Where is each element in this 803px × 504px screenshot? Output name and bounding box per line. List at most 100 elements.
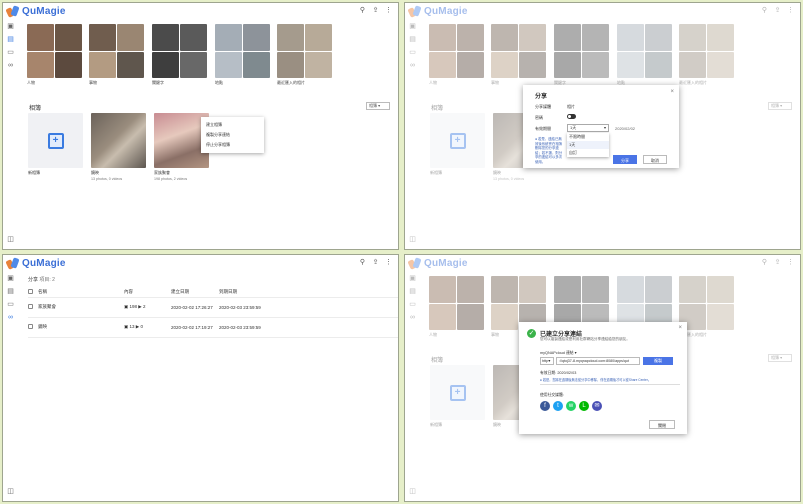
- expire-options: 不限時間 1天 自訂: [567, 133, 609, 157]
- category-thumb: [215, 51, 242, 78]
- password-label: 密碼: [535, 115, 543, 120]
- sort-dropdown[interactable]: 相簿 ▾: [366, 102, 390, 110]
- photos-icon[interactable]: ▣: [3, 272, 18, 285]
- album-context-menu: 建立相簿 複製分享連結 停止分享相簿: [201, 117, 264, 153]
- link-created-dialog: × ✓ 已建立分享連結 您可以複製連結或是利用社群網站分享連結給您的朋友。 my…: [519, 322, 687, 434]
- column-header[interactable]: 建立日期: [171, 287, 219, 298]
- trash-icon[interactable]: ◫: [3, 485, 18, 498]
- app-name: QuMagie: [22, 258, 66, 269]
- link-type-select[interactable]: myQNAPcloud 連結 ▾: [540, 350, 577, 356]
- panel-link-created: QuMagie ⚲ ⇪ ⋮ ▣ ▤ ▭ ∞ ◫ 人物 事物 關鍵字 地點: [404, 254, 801, 502]
- expire-select-value: 1天: [570, 125, 577, 130]
- expire-option[interactable]: 自訂: [567, 149, 609, 157]
- column-header[interactable]: 名稱: [38, 287, 124, 298]
- category-thumb: [89, 51, 116, 78]
- row-content: ▣ 13 ▶ 0: [124, 317, 171, 338]
- category-thumb: [180, 51, 207, 78]
- dialog-subtitle: 您可以複製連結或是利用社群網站分享連結給您的朋友。: [540, 337, 630, 341]
- category-card[interactable]: 關鍵字: [152, 24, 209, 86]
- category-thumb: [243, 24, 270, 51]
- video-count: 0: [140, 324, 144, 329]
- album-card-new[interactable]: + 新相簿: [28, 113, 83, 176]
- expire-note-text: 若是，您將在過期後無法從分享中移除，僅在過期後才可以從Share Center。: [542, 378, 652, 382]
- close-dialog-button[interactable]: 關閉: [649, 420, 675, 429]
- more-icon[interactable]: ⋮: [385, 7, 392, 15]
- search-icon[interactable]: ⚲: [359, 259, 366, 267]
- category-card[interactable]: 地點: [215, 24, 272, 86]
- social-buttons: f t w L ✉: [540, 401, 602, 411]
- folders-icon[interactable]: ▭: [3, 298, 18, 311]
- upload-icon[interactable]: ⇪: [372, 7, 379, 15]
- select-all-checkbox[interactable]: [28, 288, 33, 294]
- share-cancel-button[interactable]: 取消: [643, 155, 667, 164]
- album-subtitle: 198 photos, 2 videos: [154, 177, 188, 181]
- app-name: QuMagie: [22, 6, 66, 17]
- protocol-select[interactable]: http▾: [540, 357, 554, 365]
- category-card[interactable]: 最近匯入的相片: [277, 24, 334, 86]
- close-icon[interactable]: ×: [670, 89, 674, 95]
- upload-icon[interactable]: ⇪: [372, 259, 379, 267]
- panel-share-list: QuMagie ⚲ ⇪ ⋮ ▣ ▤ ▭ ∞ ◫ 分享 項目: 2 名稱 內容 建…: [2, 254, 399, 502]
- search-icon[interactable]: ⚲: [359, 7, 366, 15]
- category-label: 地點: [215, 80, 223, 85]
- menu-item[interactable]: 停止分享相簿: [201, 140, 264, 150]
- share-ok-button[interactable]: 分享: [613, 155, 637, 164]
- row-name: 家族聚會: [38, 297, 124, 318]
- add-album-icon: +: [47, 132, 64, 149]
- whatsapp-icon[interactable]: w: [566, 401, 576, 411]
- category-thumb: [117, 24, 144, 51]
- expire-label: 有效期間: [535, 126, 551, 131]
- column-header[interactable]: 內容: [124, 287, 171, 298]
- category-label: 最近匯入的相片: [277, 80, 305, 85]
- category-thumb: [55, 24, 82, 51]
- app-header: QuMagie ⚲ ⇪ ⋮: [3, 255, 398, 272]
- trash-icon[interactable]: ◫: [3, 233, 18, 246]
- albums-icon[interactable]: ▤: [3, 33, 18, 46]
- table-row[interactable]: 家族聚會 ▣ 198 ▶ 2 2020-02-02 17:26:27 2020-…: [28, 297, 398, 318]
- expire-row: 有效日期: 2020/02/03: [540, 371, 576, 376]
- menu-item[interactable]: 建立相簿: [201, 120, 264, 130]
- sort-label: 相簿: [369, 103, 377, 108]
- category-thumb: [305, 24, 332, 51]
- copy-link-button[interactable]: 複製: [643, 357, 673, 365]
- category-thumb: [215, 24, 242, 51]
- category-thumb: [277, 51, 304, 78]
- share-media-value: 相片: [567, 104, 575, 109]
- category-card[interactable]: 事物: [89, 24, 146, 86]
- expire-note: ● 若是，連結已無效後系統會在相簿刪除您的分享連結；若不選，則分享的連結可以多次…: [535, 137, 565, 164]
- share-url-input[interactable]: ://qtoj37-8.myqnapcloud.com:8080/apps/qu…: [556, 357, 640, 365]
- panel-share-dialog: QuMagie ⚲ ⇪ ⋮ ▣ ▤ ▭ ∞ ◫ 人物 事物 關鍵字 地點: [404, 2, 801, 250]
- line-icon[interactable]: L: [579, 401, 589, 411]
- sidebar-rail: ▣ ▤ ▭ ∞ ◫: [3, 20, 18, 249]
- app-header: QuMagie ⚲ ⇪ ⋮: [3, 3, 398, 20]
- password-toggle[interactable]: [567, 114, 576, 119]
- category-thumb: [243, 51, 270, 78]
- album-card[interactable]: 鏡映 13 photos, 0 videos: [91, 113, 146, 181]
- albums-icon[interactable]: ▤: [3, 285, 18, 298]
- category-thumb: [152, 24, 179, 51]
- row-checkbox[interactable]: [28, 324, 33, 329]
- table-row[interactable]: 鏡映 ▣ 13 ▶ 0 2020-02-02 17:19:27 2020-02-…: [28, 317, 398, 338]
- twitter-icon[interactable]: t: [553, 401, 563, 411]
- photo-count: 198: [129, 304, 138, 309]
- expire-select[interactable]: 1天 ▾: [567, 124, 609, 132]
- close-icon[interactable]: ×: [678, 325, 682, 331]
- menu-item[interactable]: 複製分享連結: [201, 130, 264, 140]
- photos-icon[interactable]: ▣: [3, 20, 18, 33]
- panel-albums: QuMagie ⚲ ⇪ ⋮ ▣ ▤ ▭ ∞ ◫ 人物 事物 關鍵字 地點 最近匯…: [2, 2, 399, 250]
- share-icon[interactable]: ∞: [3, 311, 18, 324]
- album-subtitle: 13 photos, 0 videos: [91, 177, 123, 181]
- more-icon[interactable]: ⋮: [385, 259, 392, 267]
- row-checkbox[interactable]: [28, 304, 33, 309]
- album-title: 鏡映: [91, 170, 99, 175]
- email-icon[interactable]: ✉: [592, 401, 602, 411]
- expire-option[interactable]: 不限時間: [567, 133, 609, 141]
- column-header[interactable]: 到期日期: [219, 287, 398, 298]
- folders-icon[interactable]: ▭: [3, 46, 18, 59]
- facebook-icon[interactable]: f: [540, 401, 550, 411]
- expire-date: 2020/02/02: [615, 126, 636, 131]
- share-icon[interactable]: ∞: [3, 59, 18, 72]
- category-card[interactable]: 人物: [27, 24, 84, 86]
- video-count: 2: [143, 304, 146, 309]
- expire-option[interactable]: 1天: [567, 141, 609, 149]
